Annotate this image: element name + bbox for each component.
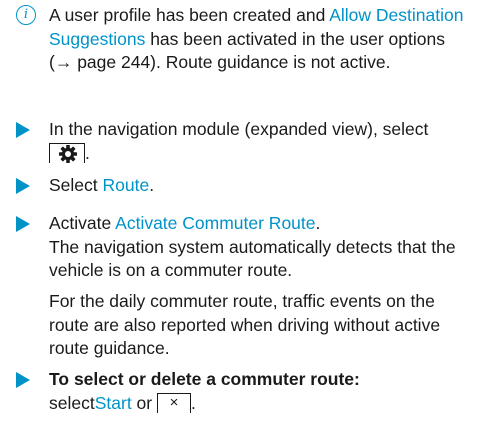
- step-4-heading-text: To select or delete a commuter route:: [49, 369, 360, 389]
- step-1-text: In the navigation module (expanded view)…: [49, 118, 449, 165]
- step-2-end: .: [149, 175, 155, 195]
- start-link: Start: [94, 392, 132, 413]
- step-4-text: selectStart or ×.: [49, 392, 481, 416]
- gear-icon: [59, 144, 77, 163]
- route-link: Route: [102, 175, 150, 195]
- settings-button[interactable]: [49, 142, 85, 163]
- step-3-prefix: Activate: [49, 213, 116, 233]
- arrow-icon: [16, 216, 30, 232]
- step-3-result: The navigation system automatically dete…: [49, 236, 456, 281]
- step-4-prefix: select: [49, 392, 95, 413]
- step-2-text: Select Route.: [49, 174, 481, 198]
- step-4-heading: To select or delete a commuter route:: [49, 368, 481, 392]
- step-3-end: .: [315, 213, 321, 233]
- step-4-middle: or: [131, 392, 157, 413]
- close-icon: ×: [169, 393, 179, 411]
- info-text-part1: A user profile has been created and: [49, 5, 330, 25]
- arrow-icon: [16, 122, 30, 138]
- arrow-icon: [16, 372, 30, 388]
- step-3-text: Activate Activate Commuter Route.: [49, 212, 481, 236]
- step-1-instruction: In the navigation module (expanded view)…: [49, 119, 429, 139]
- note-text: For the daily commuter route, traffic ev…: [49, 291, 441, 358]
- step-2-prefix: Select: [49, 175, 103, 195]
- arrow-icon: [16, 178, 30, 194]
- step-4-end: .: [190, 392, 196, 413]
- info-text: A user profile has been created and Allo…: [49, 4, 469, 75]
- step-1-end: .: [85, 142, 90, 163]
- close-button[interactable]: ×: [156, 392, 191, 413]
- info-icon: i: [16, 5, 36, 25]
- activate-commuter-route-link: Activate Commuter Route: [115, 213, 316, 233]
